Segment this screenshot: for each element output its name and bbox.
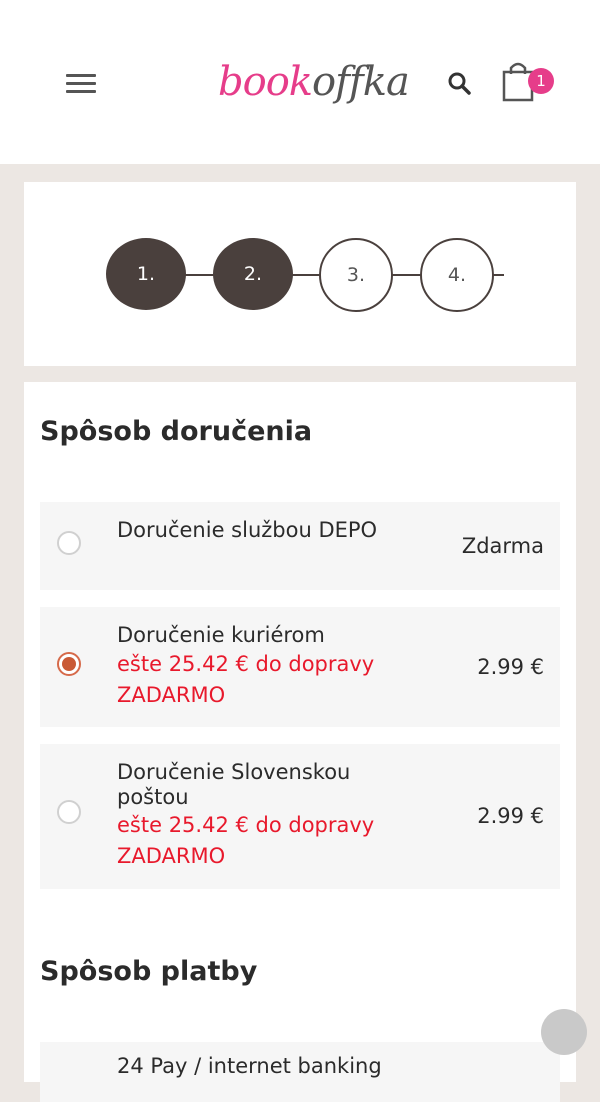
radio-icon[interactable] bbox=[57, 531, 81, 555]
payment-title: Spôsob platby bbox=[40, 956, 258, 987]
search-icon[interactable] bbox=[444, 68, 474, 98]
free-shipping-note: ešte 25.42 € do dopravy ZADARMO bbox=[117, 652, 375, 707]
step-2[interactable]: 2. bbox=[213, 238, 293, 310]
payment-option-name: 24 Pay / internet banking bbox=[117, 1054, 382, 1078]
delivery-option-name: Doručenie kuriérom bbox=[117, 623, 325, 647]
delivery-option-name: Doručenie službou DEPO bbox=[117, 518, 378, 542]
cart-count-badge: 1 bbox=[528, 68, 554, 94]
checkout-steps: 1. 2. 3. 4. bbox=[24, 182, 576, 366]
step-1[interactable]: 1. bbox=[106, 238, 186, 310]
delivery-option-price: 2.99 € bbox=[477, 655, 544, 679]
corner-badge bbox=[541, 1009, 587, 1055]
free-shipping-note: ešte 25.42 € do dopravy ZADARMO bbox=[117, 813, 375, 868]
radio-icon[interactable] bbox=[57, 800, 81, 824]
checkout-form: Spôsob doručenia Doručenie službou DEPO … bbox=[24, 382, 576, 1102]
logo[interactable]: bookoffka bbox=[218, 52, 410, 112]
menu-icon[interactable] bbox=[62, 70, 102, 98]
payment-option-24pay[interactable]: 24 Pay / internet banking bbox=[40, 1042, 560, 1102]
step-4[interactable]: 4. bbox=[420, 238, 494, 312]
delivery-option-price: 2.99 € bbox=[477, 804, 544, 828]
delivery-option-depo[interactable]: Doručenie službou DEPO Zdarma bbox=[40, 502, 560, 590]
delivery-option-post[interactable]: Doručenie Slovenskou poštou ešte 25.42 €… bbox=[40, 744, 560, 889]
delivery-option-courier[interactable]: Doručenie kuriérom ešte 25.42 € do dopra… bbox=[40, 607, 560, 727]
step-3[interactable]: 3. bbox=[319, 238, 393, 312]
delivery-title: Spôsob doručenia bbox=[40, 416, 313, 447]
radio-icon[interactable] bbox=[57, 652, 81, 676]
site-header: bookoffka 1 bbox=[0, 0, 600, 164]
cart-button[interactable]: 1 bbox=[500, 60, 558, 106]
delivery-option-name: Doručenie Slovenskou poštou bbox=[117, 760, 351, 809]
delivery-option-price: Zdarma bbox=[461, 534, 544, 558]
